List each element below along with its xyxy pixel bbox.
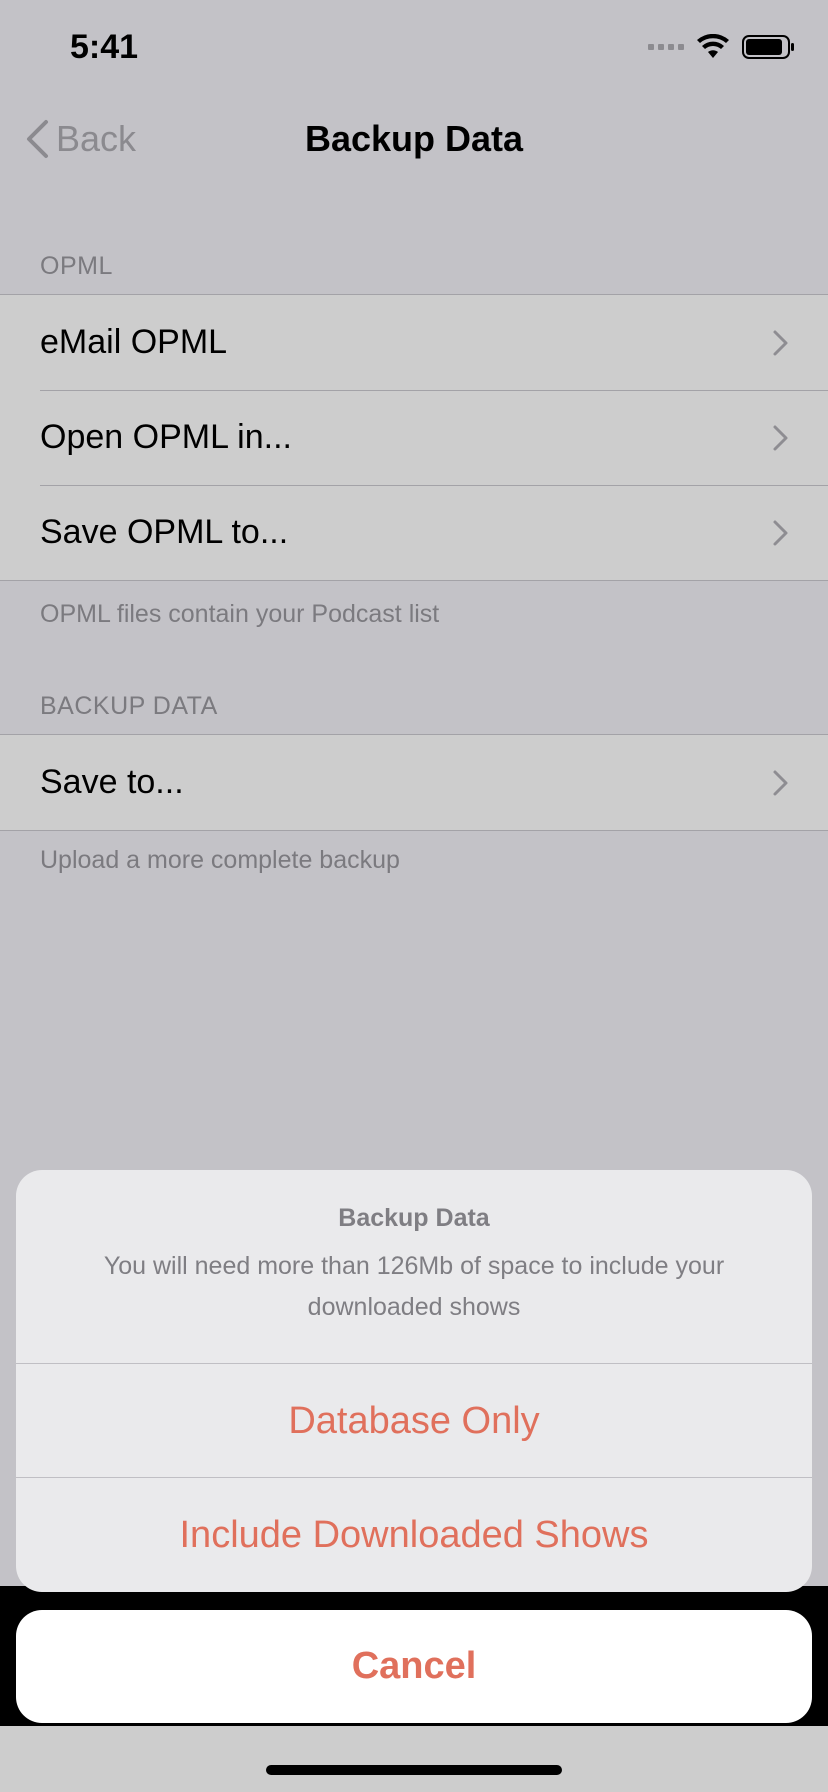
status-time: 5:41 bbox=[70, 28, 139, 66]
wifi-icon bbox=[697, 34, 729, 58]
row-label: eMail OPML bbox=[40, 323, 228, 361]
screen: 5:41 Back Backup Data OPML eMail OPML Op… bbox=[0, 0, 828, 1792]
bottom-strip bbox=[0, 1726, 828, 1792]
opml-group: eMail OPML Open OPML in... Save OPML to.… bbox=[0, 294, 828, 581]
chevron-right-icon bbox=[773, 520, 788, 546]
cancel-button[interactable]: Cancel bbox=[16, 1610, 812, 1723]
action-sheet-title: Backup Data bbox=[338, 1204, 490, 1232]
section-footer-opml: OPML files contain your Podcast list bbox=[40, 600, 440, 628]
row-label: Save to... bbox=[40, 763, 184, 801]
save-opml-row[interactable]: Save OPML to... bbox=[0, 485, 828, 580]
status-icons bbox=[648, 34, 796, 60]
row-label: Save OPML to... bbox=[40, 513, 289, 551]
action-sheet: Backup Data You will need more than 126M… bbox=[16, 1170, 812, 1592]
section-footer-backup: Upload a more complete backup bbox=[40, 846, 400, 874]
open-opml-row[interactable]: Open OPML in... bbox=[0, 390, 828, 485]
section-header-backup: BACKUP DATA bbox=[40, 692, 218, 720]
chevron-right-icon bbox=[773, 425, 788, 451]
home-indicator[interactable] bbox=[266, 1765, 562, 1775]
section-header-opml: OPML bbox=[40, 252, 113, 280]
save-to-row[interactable]: Save to... bbox=[0, 735, 828, 830]
backup-group: Save to... bbox=[0, 734, 828, 831]
include-downloaded-shows-button[interactable]: Include Downloaded Shows bbox=[16, 1477, 812, 1592]
chevron-right-icon bbox=[773, 330, 788, 356]
page-title: Backup Data bbox=[304, 118, 524, 159]
row-label: Open OPML in... bbox=[40, 418, 292, 456]
database-only-button[interactable]: Database Only bbox=[16, 1363, 812, 1478]
action-sheet-message: You will need more than 126Mb of space t… bbox=[103, 1252, 725, 1321]
signal-icon bbox=[648, 44, 684, 50]
battery-icon bbox=[742, 35, 794, 59]
chevron-right-icon bbox=[773, 770, 788, 796]
email-opml-row[interactable]: eMail OPML bbox=[0, 295, 828, 390]
